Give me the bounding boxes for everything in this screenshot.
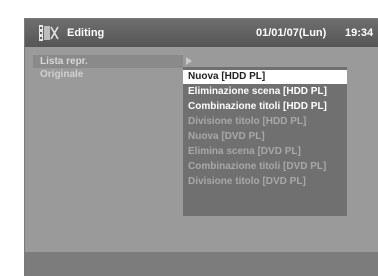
submenu: Nuova [HDD PL] Eliminazione scena [HDD P… [183, 67, 347, 216]
date-display: 01/01/07(Lun) [256, 27, 327, 39]
editing-window: Editing 01/01/07(Lun) 19:34 Lista repr. … [24, 18, 378, 276]
menu-item-originale[interactable]: Originale [33, 68, 183, 81]
time-display: 19:34 [345, 27, 374, 39]
submenu-item-eliminazione-scena-hdd[interactable]: Eliminazione scena [HDD PL] [183, 85, 347, 99]
left-menu: Lista repr. Originale [33, 55, 183, 81]
header-bar: Editing 01/01/07(Lun) 19:34 [25, 19, 378, 47]
page-title: Editing [67, 27, 105, 39]
submenu-item-combinazione-titoli-dvd: Combinazione titoli [DVD PL] [188, 161, 327, 172]
submenu-item-elimina-scena-dvd: Elimina scena [DVD PL] [188, 146, 301, 157]
arrow-right-icon [186, 57, 192, 65]
submenu-item-divisione-titolo-dvd: Divisione titolo [DVD PL] [188, 176, 306, 187]
submenu-item-nuova-dvd: Nuova [DVD PL] [188, 131, 265, 142]
submenu-item-divisione-titolo-hdd: Divisione titolo [HDD PL] [188, 116, 307, 127]
screen: Editing 01/01/07(Lun) 19:34 Lista repr. … [0, 0, 378, 276]
submenu-item-combinazione-titoli-hdd[interactable]: Combinazione titoli [HDD PL] [183, 100, 347, 114]
submenu-item-nuova-hdd[interactable]: Nuova [HDD PL] [183, 70, 347, 84]
film-edit-icon [39, 25, 59, 41]
footer-bar [25, 252, 378, 276]
menu-item-lista-repr[interactable]: Lista repr. [33, 55, 183, 68]
